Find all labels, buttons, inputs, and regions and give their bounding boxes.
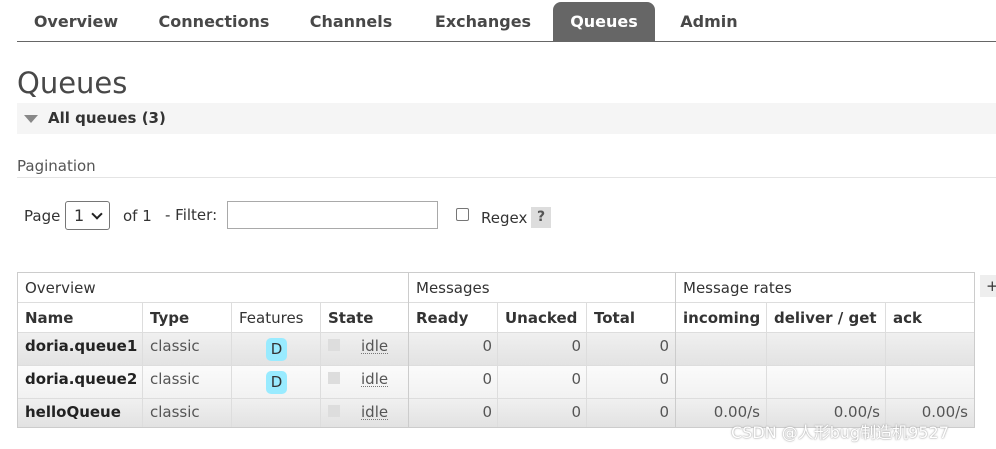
queue-name[interactable]: doria.queue2: [25, 366, 137, 399]
tab-admin[interactable]: Admin: [669, 2, 749, 41]
table-row[interactable]: doria.queue1 classic D idle 0 0 0: [18, 333, 974, 366]
tab-queues[interactable]: Queues: [553, 2, 655, 41]
state-square-icon: [328, 339, 340, 351]
col-incoming[interactable]: incoming: [676, 303, 767, 333]
group-col-divider: [675, 273, 676, 427]
col-total[interactable]: Total: [587, 303, 676, 333]
ready-count: 0: [482, 403, 492, 421]
incoming-rate: [676, 333, 760, 366]
col-features: Features: [232, 303, 321, 333]
col-divider: [885, 303, 886, 427]
page-label: Page: [24, 207, 61, 225]
tab-exchanges[interactable]: Exchanges: [423, 2, 543, 41]
ack-rate: [886, 366, 968, 399]
col-ack[interactable]: ack: [886, 303, 974, 333]
filter-label: - Filter:: [165, 206, 218, 224]
help-button[interactable]: ?: [531, 207, 551, 228]
total-count: 0: [659, 403, 669, 421]
table-row[interactable]: doria.queue2 classic D idle 0 0 0: [18, 366, 974, 399]
watermark-text: CSDN @人形bug制造机9527: [731, 423, 949, 442]
col-type[interactable]: Type: [143, 303, 232, 333]
ready-count: 0: [482, 370, 492, 388]
group-overview: Overview: [18, 273, 409, 303]
tab-connections[interactable]: Connections: [149, 2, 279, 41]
col-unacked[interactable]: Unacked: [498, 303, 587, 333]
unacked-count: 0: [571, 370, 581, 388]
col-ready[interactable]: Ready: [409, 303, 498, 333]
state-square-icon: [328, 372, 340, 384]
deliver-rate: [767, 333, 880, 366]
top-nav: Overview Connections Channels Exchanges …: [17, 0, 996, 42]
all-queues-label: All queues (3): [48, 109, 166, 127]
col-divider: [320, 303, 321, 427]
page-title: Queues: [17, 66, 128, 100]
chevron-down-icon: [91, 208, 103, 220]
feature-durable-badge: D: [266, 338, 287, 361]
ack-rate: [886, 333, 968, 366]
page-select[interactable]: 1: [65, 201, 110, 230]
filter-input[interactable]: [227, 201, 438, 229]
regex-label: Regex: [481, 209, 528, 227]
deliver-rate: [767, 366, 880, 399]
all-queues-toggle[interactable]: All queues (3): [17, 103, 996, 134]
pagination-divider: [17, 177, 996, 178]
total-count: 0: [659, 370, 669, 388]
queue-type: classic: [150, 403, 200, 421]
col-divider: [766, 303, 767, 427]
col-divider: [142, 303, 143, 427]
queue-type: classic: [150, 337, 200, 355]
state-square-icon: [328, 405, 340, 417]
queue-state: idle: [361, 403, 389, 421]
tab-overview[interactable]: Overview: [21, 2, 131, 41]
page-select-value: 1: [74, 206, 85, 225]
queue-name[interactable]: doria.queue1: [25, 333, 137, 366]
queue-state: idle: [361, 370, 389, 388]
queue-name[interactable]: helloQueue: [25, 399, 121, 427]
col-deliver-get[interactable]: deliver / get: [767, 303, 886, 333]
unacked-count: 0: [571, 403, 581, 421]
queue-type: classic: [150, 370, 200, 388]
total-count: 0: [659, 337, 669, 355]
tab-channels[interactable]: Channels: [299, 2, 403, 41]
incoming-rate: [676, 366, 760, 399]
group-message-rates: Message rates: [676, 273, 974, 303]
col-divider: [231, 303, 232, 427]
group-messages: Messages: [409, 273, 676, 303]
collapse-triangle-icon: [24, 115, 38, 123]
col-divider: [586, 303, 587, 427]
feature-durable-badge: D: [266, 371, 287, 394]
col-divider: [497, 303, 498, 427]
queues-table: Overview Messages Message rates Name Typ…: [17, 272, 975, 428]
group-divider: [18, 302, 974, 303]
group-col-divider: [408, 273, 409, 427]
of-pages-label: of 1: [123, 207, 152, 225]
ready-count: 0: [482, 337, 492, 355]
pagination-label: Pagination: [17, 157, 96, 175]
col-name[interactable]: Name: [18, 303, 143, 333]
queue-state: idle: [361, 337, 389, 355]
col-state[interactable]: State: [321, 303, 409, 333]
unacked-count: 0: [571, 337, 581, 355]
regex-checkbox[interactable]: [456, 208, 469, 221]
add-columns-button[interactable]: +: [980, 275, 996, 297]
